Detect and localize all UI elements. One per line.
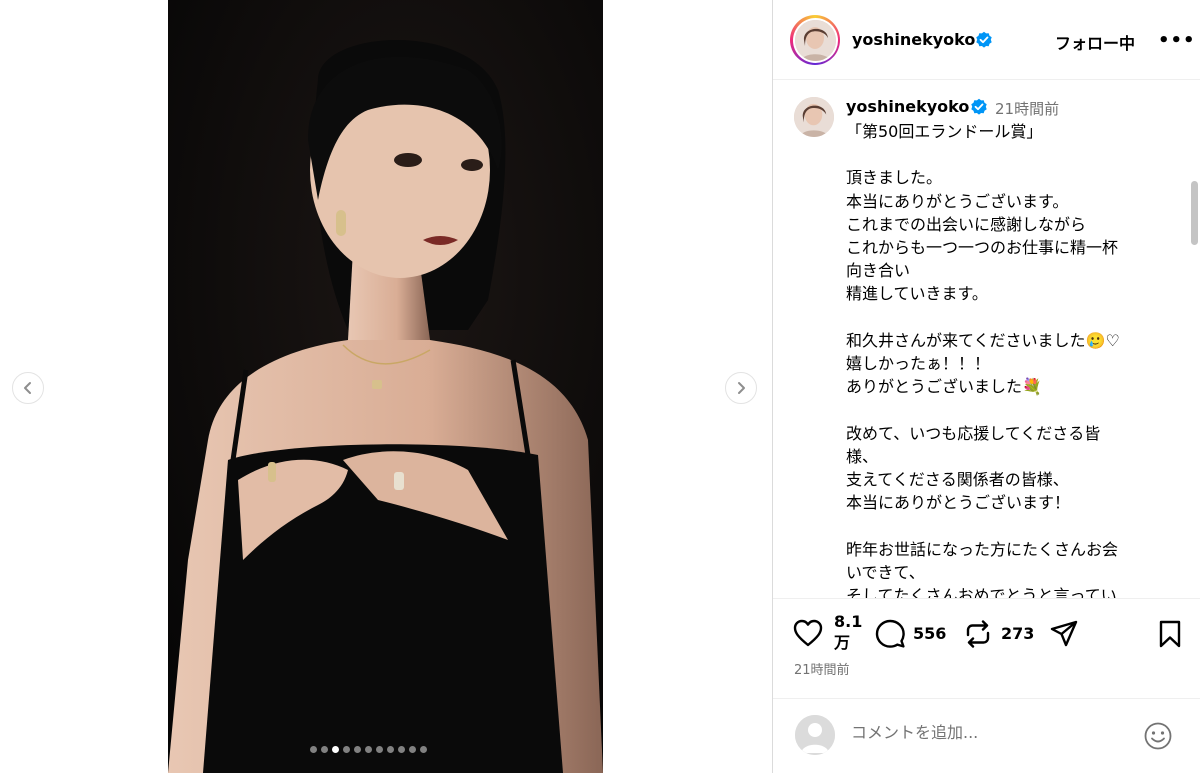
story-ring[interactable] bbox=[790, 15, 840, 65]
header-username[interactable]: yoshinekyoko bbox=[852, 30, 975, 49]
default-avatar-icon bbox=[795, 715, 835, 755]
like-count-unit: 万 bbox=[834, 633, 851, 652]
carousel-prev-button[interactable] bbox=[12, 372, 44, 404]
post-actions: 8.1 万 556 273 21時間前 bbox=[773, 598, 1200, 698]
comment-bar bbox=[773, 698, 1200, 773]
comment-input[interactable] bbox=[851, 723, 1131, 742]
caption-username-wrap: yoshinekyoko bbox=[846, 97, 987, 116]
carousel-dot bbox=[398, 746, 405, 753]
carousel-dot bbox=[365, 746, 372, 753]
verified-badge-icon bbox=[976, 31, 992, 48]
carousel-dot bbox=[409, 746, 416, 753]
photo-illustration bbox=[168, 0, 603, 773]
caption-area[interactable]: yoshinekyoko 21時間前 「第50回エランドール賞」 頂きました。 … bbox=[773, 81, 1200, 598]
following-button[interactable]: フォロー中 bbox=[1055, 30, 1135, 54]
post-sidebar: yoshinekyoko フォロー中 ••• yoshinekyoko 21時間… bbox=[772, 0, 1200, 773]
carousel-dot bbox=[387, 746, 394, 753]
carousel-dot bbox=[376, 746, 383, 753]
carousel-dot bbox=[332, 746, 339, 753]
avatar-image bbox=[794, 97, 834, 137]
caption-avatar[interactable] bbox=[794, 97, 834, 137]
carousel-dot bbox=[420, 746, 427, 753]
bookmark-icon[interactable] bbox=[1157, 619, 1183, 649]
verified-badge-icon bbox=[971, 98, 987, 115]
current-user-avatar bbox=[795, 715, 835, 755]
chevron-left-icon bbox=[24, 382, 31, 394]
repost-icon[interactable] bbox=[963, 619, 993, 649]
carousel-dot bbox=[343, 746, 350, 753]
avatar-image bbox=[794, 19, 836, 61]
more-options-button[interactable]: ••• bbox=[1158, 30, 1196, 51]
post-header: yoshinekyoko フォロー中 ••• bbox=[773, 0, 1200, 80]
header-avatar bbox=[794, 19, 836, 61]
carousel-dot bbox=[321, 746, 328, 753]
chevron-right-icon bbox=[738, 382, 745, 394]
heart-icon[interactable] bbox=[793, 619, 823, 647]
emoji-icon[interactable] bbox=[1143, 721, 1173, 751]
caption-username[interactable]: yoshinekyoko bbox=[846, 97, 969, 116]
caption-scrollbar[interactable] bbox=[1191, 181, 1198, 245]
post-media-area bbox=[0, 0, 772, 773]
carousel-next-button[interactable] bbox=[725, 372, 757, 404]
carousel-dot bbox=[354, 746, 361, 753]
comment-bubble-icon[interactable] bbox=[875, 619, 905, 649]
carousel-dot bbox=[310, 746, 317, 753]
caption-time: 21時間前 bbox=[995, 100, 1060, 118]
like-count-number: 8.1 bbox=[834, 612, 863, 631]
post-photo bbox=[168, 0, 603, 773]
post-timestamp: 21時間前 bbox=[794, 663, 850, 678]
paper-plane-icon[interactable] bbox=[1049, 619, 1079, 649]
repost-count[interactable]: 273 bbox=[1001, 624, 1034, 643]
caption-text: 「第50回エランドール賞」 頂きました。 本当にありがとうございます。 これまで… bbox=[846, 122, 1120, 598]
comment-count[interactable]: 556 bbox=[913, 624, 946, 643]
like-count[interactable]: 8.1 万 bbox=[834, 611, 863, 653]
